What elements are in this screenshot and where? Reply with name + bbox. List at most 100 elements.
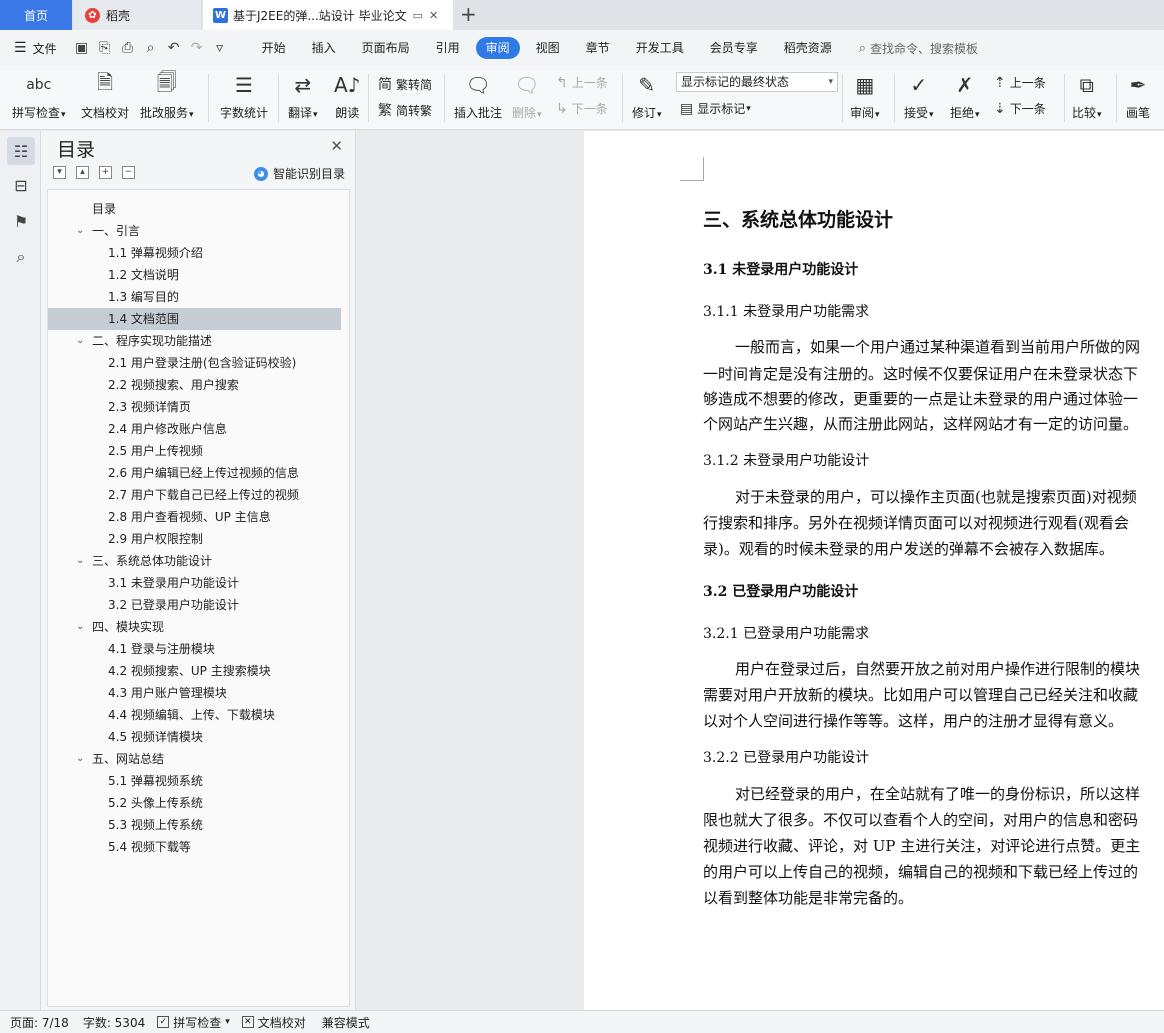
menu-tab-home[interactable]: 开始 xyxy=(249,37,299,59)
search-icon[interactable]: ⌕ xyxy=(7,243,35,271)
toc-item[interactable]: ⌄ 四、模块实现 xyxy=(48,616,349,638)
toc-item[interactable]: 1.1 弹幕视频介绍 xyxy=(48,242,349,264)
toc-item[interactable]: 4.2 视频搜索、UP 主搜索模块 xyxy=(48,660,349,682)
toc-item[interactable]: 2.2 视频搜索、用户搜索 xyxy=(48,374,349,396)
smart-toc-button[interactable]: ◕ 智能识别目录 xyxy=(253,165,345,182)
read-aloud-button[interactable]: A♪ 朗读 xyxy=(334,70,360,121)
toc-item[interactable]: 5.1 弹幕视频系统 xyxy=(48,770,349,792)
toc-item[interactable]: 4.1 登录与注册模块 xyxy=(48,638,349,660)
next-change-icon: ⇣ xyxy=(994,100,1006,117)
word-count-indicator[interactable]: 字数: 5304 xyxy=(83,1014,145,1031)
insert-comment-button[interactable]: 🗨 插入批注 xyxy=(454,70,502,121)
trad-to-simp-button[interactable]: 简繁转简 xyxy=(378,74,432,94)
next-change-button[interactable]: ⇣ 下一条 xyxy=(994,100,1046,117)
expand-icon[interactable]: ▴ xyxy=(76,166,89,179)
menu-tab-developer[interactable]: 开发工具 xyxy=(623,37,697,59)
toc-item[interactable]: ⌄ 一、引言 xyxy=(48,220,349,242)
chevron-down-icon[interactable]: ▿ xyxy=(209,37,231,59)
reject-button[interactable]: ✗ 拒绝▾ xyxy=(950,70,980,121)
tab-document[interactable]: W 基于J2EE的弹...站设计 毕业论文 ▭ ✕ xyxy=(203,0,453,30)
print-icon[interactable]: ⎙ xyxy=(117,37,139,59)
menu-tab-review[interactable]: 审阅 xyxy=(475,37,520,59)
chevron-down-icon[interactable]: ⌄ xyxy=(76,616,84,638)
review-service-button[interactable]: 🗐 批改服务▾ xyxy=(140,70,194,121)
markup-mode-select[interactable]: 显示标记的最终状态 ▾ xyxy=(676,72,838,92)
ribbon-separator xyxy=(278,74,279,122)
doc-check-button[interactable]: 🗎 文档校对 xyxy=(81,70,129,121)
menu-tab-layout[interactable]: 页面布局 xyxy=(349,37,423,59)
chevron-down-icon[interactable]: ⌄ xyxy=(76,220,84,242)
prev-change-button[interactable]: ⇡ 上一条 xyxy=(994,74,1046,91)
next-comment-button[interactable]: ↳ 下一条 xyxy=(556,100,608,117)
toc-panel-icon[interactable]: ☷ xyxy=(7,137,35,165)
chevron-down-icon[interactable]: ⌄ xyxy=(76,748,84,770)
spell-check-button[interactable]: abc 拼写检查▾ xyxy=(12,70,66,121)
remove-heading-icon[interactable]: − xyxy=(122,166,135,179)
add-heading-icon[interactable]: + xyxy=(99,166,112,179)
status-doc-check[interactable]: ✕ 文档校对 xyxy=(241,1014,306,1031)
menu-tab-view[interactable]: 视图 xyxy=(523,37,573,59)
export-pdf-icon[interactable]: ⎘ xyxy=(94,37,116,59)
menu-tab-daoke-resources[interactable]: 稻壳资源 xyxy=(771,37,845,59)
show-markup-button[interactable]: ▤ 显示标记 ▾ xyxy=(680,100,751,117)
monitor-icon[interactable]: ▭ xyxy=(413,9,423,22)
translate-button[interactable]: ⇄ 翻译▾ xyxy=(288,70,318,121)
print-preview-icon[interactable]: ⌕ xyxy=(140,37,162,59)
toc-item[interactable]: 1.2 文档说明 xyxy=(48,264,349,286)
compare-button[interactable]: ⧉ 比较▾ xyxy=(1072,70,1102,121)
toc-item[interactable]: 4.4 视频编辑、上传、下载模块 xyxy=(48,704,349,726)
toc-item[interactable]: 2.6 用户编辑已经上传过视频的信息 xyxy=(48,462,349,484)
collapse-icon[interactable]: ▾ xyxy=(53,166,66,179)
pen-button[interactable]: ✒ 画笔 xyxy=(1126,70,1150,121)
save-icon[interactable]: ▣ xyxy=(71,37,93,59)
toc-item[interactable]: 目录 xyxy=(48,198,349,220)
menu-tab-section[interactable]: 章节 xyxy=(573,37,623,59)
toc-item[interactable]: 3.1 未登录用户功能设计 xyxy=(48,572,349,594)
toc-item[interactable]: 2.8 用户查看视频、UP 主信息 xyxy=(48,506,349,528)
accept-button[interactable]: ✓ 接受▾ xyxy=(904,70,934,121)
redo-icon[interactable]: ↷ xyxy=(186,37,208,59)
chevron-down-icon[interactable]: ⌄ xyxy=(76,330,84,352)
track-changes-button[interactable]: ✎ 修订▾ xyxy=(632,70,662,121)
toc-item[interactable]: 2.4 用户修改账户信息 xyxy=(48,418,349,440)
toc-item[interactable]: 4.5 视频详情模块 xyxy=(48,726,349,748)
toc-item[interactable]: 2.3 视频详情页 xyxy=(48,396,349,418)
toc-item[interactable]: 2.5 用户上传视频 xyxy=(48,440,349,462)
toc-item[interactable]: ⌄ 二、程序实现功能描述 xyxy=(48,330,349,352)
menu-tab-insert[interactable]: 插入 xyxy=(299,37,349,59)
menu-tab-references[interactable]: 引用 xyxy=(423,37,473,59)
toc-item[interactable]: 2.7 用户下载自己已经上传过的视频 xyxy=(48,484,349,506)
chapter-nav-icon[interactable]: ⊟ xyxy=(7,171,35,199)
toc-item[interactable]: 4.3 用户账户管理模块 xyxy=(48,682,349,704)
toc-item[interactable]: 5.2 头像上传系统 xyxy=(48,792,349,814)
review-pane-button[interactable]: ▦ 审阅▾ xyxy=(850,70,880,121)
document-page[interactable]: 三、系统总体功能设计 3.1 未登录用户功能设计 3.1.1 未登录用户功能需求 一般… xyxy=(584,131,1164,1010)
prev-comment-button[interactable]: ↰ 上一条 xyxy=(556,74,608,91)
toc-item[interactable]: 1.3 编写目的 xyxy=(48,286,349,308)
toc-item[interactable]: ⌄ 三、系统总体功能设计 xyxy=(48,550,349,572)
toc-item[interactable]: 2.9 用户权限控制 xyxy=(48,528,349,550)
close-icon[interactable]: ✕ xyxy=(429,9,438,22)
toc-item[interactable]: 3.2 已登录用户功能设计 xyxy=(48,594,349,616)
chevron-down-icon[interactable]: ⌄ xyxy=(76,550,84,572)
bookmark-icon[interactable]: ⚑ xyxy=(7,207,35,235)
toc-item[interactable]: ⌄ 五、网站总结 xyxy=(48,748,349,770)
word-count-button[interactable]: ☰ 字数统计 xyxy=(220,70,268,121)
menu-tab-member[interactable]: 会员专享 xyxy=(697,37,771,59)
toc-item[interactable]: 5.4 视频下载等 xyxy=(48,836,349,858)
tab-home[interactable]: 首页 xyxy=(0,0,72,30)
simp-to-trad-button[interactable]: 繁简转繁 xyxy=(378,100,432,120)
delete-comment-button[interactable]: 🗨 删除▾ xyxy=(512,70,542,121)
command-search[interactable]: ⌕ 查找命令、搜索模板 xyxy=(859,40,978,57)
close-icon[interactable]: ✕ xyxy=(330,137,343,155)
toc-item[interactable]: 1.4 文档范围 xyxy=(48,308,341,330)
tab-daoke[interactable]: ✿ 稻壳 xyxy=(73,0,201,30)
toc-item[interactable]: 2.1 用户登录注册(包含验证码校验) xyxy=(48,352,349,374)
toc-item-label: 5.3 视频上传系统 xyxy=(108,818,203,832)
toc-item[interactable]: 5.3 视频上传系统 xyxy=(48,814,349,836)
page-indicator[interactable]: 页面: 7/18 xyxy=(10,1014,69,1031)
file-menu[interactable]: ☰ 文件 xyxy=(14,40,57,57)
undo-icon[interactable]: ↶ xyxy=(163,37,185,59)
new-tab-icon[interactable]: + xyxy=(460,4,477,24)
status-spell-check[interactable]: ✓ 拼写检查 ▾ xyxy=(157,1014,230,1031)
